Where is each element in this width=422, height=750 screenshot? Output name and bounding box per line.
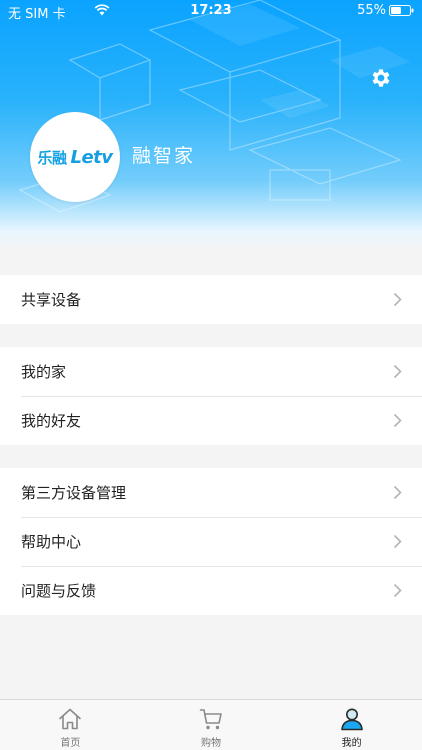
menu-item-feedback[interactable]: 问题与反馈 xyxy=(0,566,422,615)
tab-label: 购物 xyxy=(201,738,221,749)
chevron-right-icon xyxy=(393,534,402,549)
bottom-tab-bar: 首页 购物 我的 xyxy=(0,699,422,750)
menu-group-home: 我的家 我的好友 xyxy=(0,347,422,445)
menu-group-support: 第三方设备管理 帮助中心 问题与反馈 xyxy=(0,468,422,615)
menu-item-label: 我的家 xyxy=(21,363,67,381)
menu-item-my-home[interactable]: 我的家 xyxy=(0,347,422,396)
user-name: 融智家 xyxy=(132,145,196,167)
tab-home[interactable]: 首页 xyxy=(0,700,141,750)
chevron-right-icon xyxy=(393,583,402,598)
menu-item-label: 共享设备 xyxy=(21,291,82,309)
menu-item-label: 第三方设备管理 xyxy=(21,484,127,502)
menu-item-label: 问题与反馈 xyxy=(21,582,97,600)
menu-item-third-party-devices[interactable]: 第三方设备管理 xyxy=(0,468,422,517)
tab-shopping[interactable]: 购物 xyxy=(141,700,282,750)
avatar-logo-cn: 乐融 xyxy=(37,148,67,167)
status-bar: 无 SIM 卡 17:23 55% xyxy=(0,0,422,22)
menu-item-label: 帮助中心 xyxy=(21,533,82,551)
user-icon xyxy=(340,708,363,731)
cart-icon xyxy=(199,709,222,730)
menu-group-sharing: 共享设备 xyxy=(0,275,422,324)
menu-item-my-friends[interactable]: 我的好友 xyxy=(0,396,422,445)
profile-header: 无 SIM 卡 17:23 55% 乐融 Letv 融智家 xyxy=(0,0,422,252)
chevron-right-icon xyxy=(393,292,402,307)
chevron-right-icon xyxy=(393,413,402,428)
tab-label: 首页 xyxy=(60,738,81,749)
chevron-right-icon xyxy=(393,485,402,500)
tab-mine[interactable]: 我的 xyxy=(281,700,422,750)
settings-gear-icon[interactable] xyxy=(369,66,393,90)
avatar[interactable]: 乐融 Letv xyxy=(30,112,120,202)
chevron-right-icon xyxy=(393,364,402,379)
tab-label: 我的 xyxy=(341,738,362,749)
home-icon xyxy=(59,708,82,730)
battery-percentage: 55% xyxy=(357,3,386,18)
avatar-logo-en: Letv xyxy=(70,146,114,168)
menu-item-help-center[interactable]: 帮助中心 xyxy=(0,517,422,566)
battery-icon xyxy=(389,5,414,16)
menu-item-label: 我的好友 xyxy=(21,412,82,430)
menu-item-shared-devices[interactable]: 共享设备 xyxy=(0,275,422,324)
